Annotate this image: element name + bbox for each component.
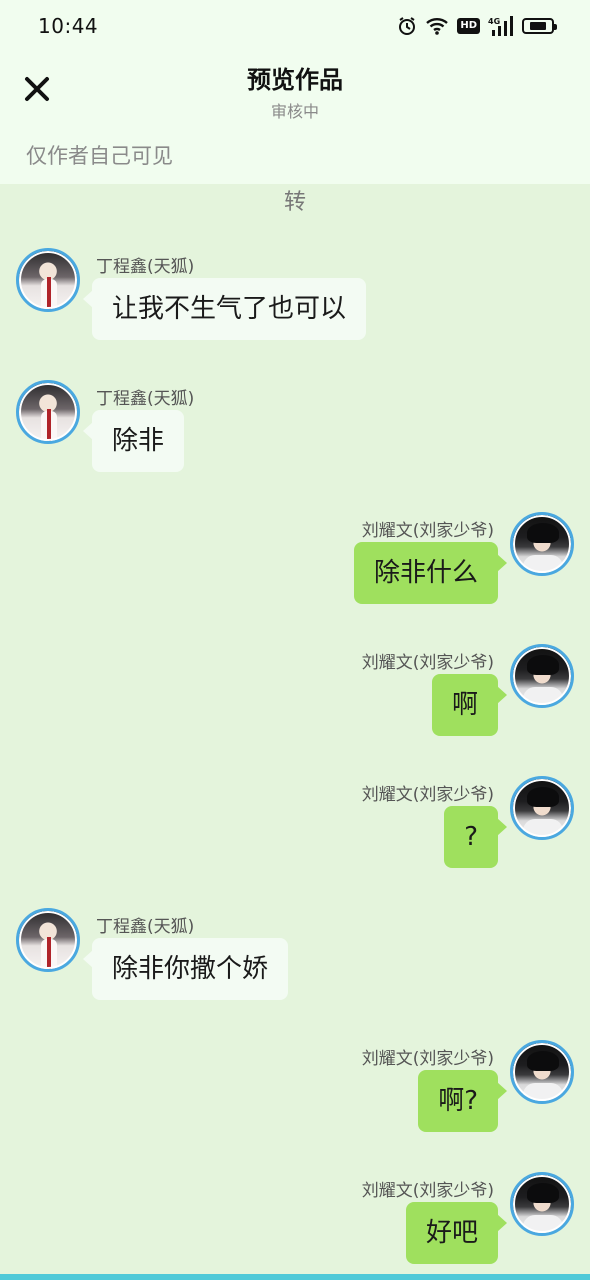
sender-name: 丁程鑫(天狐) bbox=[96, 389, 195, 409]
previous-message-tail: 转 bbox=[283, 190, 306, 215]
message-bubble[interactable]: 除非 bbox=[82, 410, 185, 472]
status-bar: 10:44 HD 4G bbox=[0, 0, 590, 52]
hd-icon: HD bbox=[457, 18, 480, 34]
avatar[interactable] bbox=[16, 908, 80, 972]
visibility-note: 仅作者自己可见 bbox=[26, 144, 173, 168]
sender-name: 刘耀文(刘家少爷) bbox=[361, 653, 494, 673]
sender-name: 刘耀文(刘家少爷) bbox=[361, 1181, 494, 1201]
status-time: 10:44 bbox=[38, 14, 99, 38]
sender-name: 丁程鑫(天狐) bbox=[96, 917, 195, 937]
message-bubble[interactable]: 除非你撒个娇 bbox=[82, 938, 289, 1000]
avatar[interactable] bbox=[510, 776, 574, 840]
avatar[interactable] bbox=[510, 1040, 574, 1104]
message-bubble[interactable]: 让我不生气了也可以 bbox=[82, 278, 367, 340]
message-bubble[interactable]: 好吧 bbox=[405, 1202, 508, 1264]
status-icons: HD 4G bbox=[397, 16, 557, 36]
battery-icon bbox=[522, 18, 557, 34]
alarm-icon bbox=[397, 16, 417, 36]
avatar[interactable] bbox=[16, 380, 80, 444]
message-bubble[interactable]: 除非什么 bbox=[353, 542, 508, 604]
message-bubble[interactable]: 啊? bbox=[418, 1070, 507, 1132]
avatar[interactable] bbox=[16, 248, 80, 312]
bottom-accent-bar bbox=[0, 1274, 590, 1280]
message-bubble[interactable]: ? bbox=[444, 806, 507, 868]
avatar[interactable] bbox=[510, 644, 574, 708]
sender-name: 刘耀文(刘家少爷) bbox=[361, 1049, 494, 1069]
network-label: 4G bbox=[488, 17, 500, 26]
page-title: 预览作品 bbox=[247, 66, 343, 94]
battery-fill bbox=[529, 22, 547, 30]
wifi-icon bbox=[425, 17, 449, 35]
message-bubble[interactable]: 啊 bbox=[431, 674, 508, 736]
review-status: 审核中 bbox=[270, 102, 319, 121]
chat-area[interactable]: 转 丁程鑫(天狐) 让我不生气了也可以 丁程鑫(天狐) 除非 刘耀文(刘家少爷)… bbox=[0, 184, 590, 1274]
sender-name: 刘耀文(刘家少爷) bbox=[361, 521, 494, 541]
sender-name: 刘耀文(刘家少爷) bbox=[361, 785, 494, 805]
header: 预览作品 审核中 仅作者自己可见 bbox=[0, 52, 590, 184]
signal-4g-icon: 4G bbox=[488, 16, 514, 36]
sender-name: 丁程鑫(天狐) bbox=[96, 257, 195, 277]
avatar[interactable] bbox=[510, 512, 574, 576]
avatar[interactable] bbox=[510, 1172, 574, 1236]
